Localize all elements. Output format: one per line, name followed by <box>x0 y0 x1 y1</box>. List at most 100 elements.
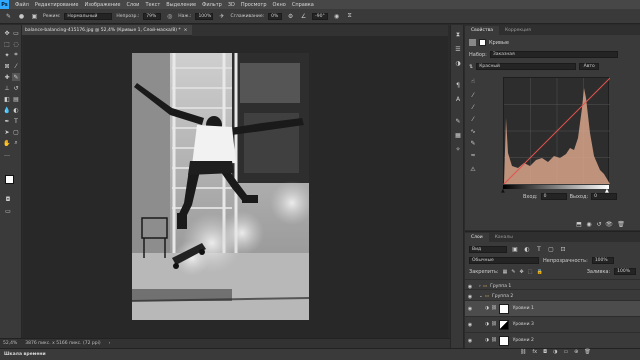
frame-tool-icon[interactable]: ⊠ <box>3 62 11 70</box>
clone-stamp-tool-icon[interactable]: ⊥ <box>3 84 11 92</box>
eyedropper-tool-icon[interactable]: ⁄ <box>12 62 20 70</box>
quick-select-tool-icon[interactable]: ✦ <box>3 51 11 59</box>
visibility-eye-icon[interactable]: ◉ <box>465 338 475 344</box>
visibility-eye-icon[interactable]: ◉ <box>465 322 475 328</box>
smoothing-field[interactable]: 0% <box>268 12 283 20</box>
group-chevron-icon[interactable]: ⌄ <box>479 294 483 299</box>
menu-edit[interactable]: Редактирование <box>32 2 82 8</box>
photoshop-logo[interactable]: Ps <box>0 0 9 9</box>
brush-settings-panel-icon[interactable]: ✎ <box>454 117 462 125</box>
curve-point-icon[interactable]: ∿ <box>469 127 477 135</box>
blend-mode-select[interactable]: Обычные <box>469 257 539 264</box>
symmetry-icon[interactable]: ⧖ <box>345 12 354 21</box>
view-previous-icon[interactable]: ◉ <box>585 220 593 228</box>
hand-tool-icon[interactable]: ✋ <box>3 139 11 147</box>
pressure-field[interactable]: 100% <box>195 12 214 20</box>
link-icon[interactable]: ⛓ <box>491 306 497 311</box>
preset-select[interactable]: Заказная <box>489 51 618 58</box>
opacity-field[interactable]: 79% <box>143 12 162 20</box>
brush-tool-icon[interactable]: ✎ <box>4 12 13 21</box>
tab-layers[interactable]: Слои <box>465 233 489 242</box>
link-layers-icon[interactable]: ⛓ <box>520 349 526 355</box>
menu-layer[interactable]: Слои <box>123 2 142 8</box>
brush-tool-icon[interactable]: ✎ <box>12 73 20 81</box>
add-mask-icon[interactable]: ◘ <box>543 349 547 355</box>
auto-button[interactable]: Авто <box>579 63 600 70</box>
lock-all-icon[interactable]: 🔒 <box>536 269 542 275</box>
new-layer-icon[interactable]: ⊕ <box>574 349 578 355</box>
smoothing-settings-icon[interactable]: ⚙ <box>286 12 295 21</box>
link-icon[interactable]: ⛓ <box>491 322 497 327</box>
foreground-color-swatch[interactable] <box>5 175 14 184</box>
menu-image[interactable]: Изображение <box>81 2 123 8</box>
zoom-level[interactable]: 52,4% <box>3 341 17 346</box>
brush-size-icon[interactable]: ● <box>17 12 26 21</box>
menu-help[interactable]: Справка <box>289 2 317 8</box>
shape-tool-icon[interactable]: ▢ <box>12 128 20 136</box>
curves-graph[interactable] <box>503 77 611 185</box>
layer-mask-thumbnail[interactable] <box>498 303 509 314</box>
new-adjustment-icon[interactable]: ◑ <box>553 349 557 355</box>
type-tool-icon[interactable]: T <box>12 117 20 125</box>
path-select-tool-icon[interactable]: ➤ <box>3 128 11 136</box>
status-expand-icon[interactable]: › <box>109 341 111 346</box>
swatches-panel-icon[interactable]: ▦ <box>454 131 462 139</box>
pressure-opacity-icon[interactable]: ◎ <box>165 12 174 21</box>
character-panel-icon[interactable]: A <box>454 95 462 103</box>
layer-filter-select[interactable]: Вид <box>469 245 507 253</box>
channel-select[interactable]: Красный <box>476 63 577 70</box>
pressure-size-icon[interactable]: ◉ <box>332 12 341 21</box>
layer-row-levels-3[interactable]: ◉ ◑ ⛓ Уровни 3 <box>465 316 640 332</box>
layer-mask-thumbnail[interactable] <box>498 319 509 330</box>
fill-field[interactable]: 100% <box>614 268 637 275</box>
mask-icon[interactable] <box>479 39 486 46</box>
document-tab[interactable]: balance-balancing-415176.jpg @ 52,4% (Кр… <box>22 25 192 36</box>
new-group-icon[interactable]: ▭ <box>563 349 568 355</box>
styles-panel-icon[interactable]: ✧ <box>454 145 462 153</box>
angle-field[interactable]: -90° <box>312 12 329 20</box>
input-field[interactable]: 0 <box>540 193 567 200</box>
filter-shape-icon[interactable]: ▢ <box>547 245 555 253</box>
gradient-tool-icon[interactable]: ▤ <box>12 95 20 103</box>
delete-adjustment-icon[interactable]: 🗑 <box>617 220 625 228</box>
properties-panel-icon[interactable]: ☰ <box>454 45 462 53</box>
curve-pencil-icon[interactable]: ✎ <box>469 139 477 147</box>
close-tab-icon[interactable]: × <box>184 28 188 33</box>
sample-black-icon[interactable]: ⁄ <box>469 91 477 99</box>
visibility-icon[interactable]: 👁 <box>605 220 613 228</box>
marquee-tool-icon[interactable]: ⬚ <box>3 40 11 48</box>
healing-brush-tool-icon[interactable]: ✚ <box>3 73 11 81</box>
tab-channels[interactable]: Каналы <box>489 233 519 242</box>
menu-3d[interactable]: 3D <box>225 2 238 8</box>
blur-tool-icon[interactable]: 💧 <box>3 106 11 114</box>
artboard-tool-icon[interactable]: ▭ <box>12 29 20 37</box>
tab-adjustments[interactable]: Коррекция <box>499 26 537 35</box>
paragraph-panel-icon[interactable]: ¶ <box>454 81 462 89</box>
airbrush-icon[interactable]: ✈ <box>217 12 226 21</box>
layer-opacity-field[interactable]: 100% <box>591 257 614 264</box>
filter-smart-icon[interactable]: ⊡ <box>559 245 567 253</box>
angle-icon[interactable]: ∠ <box>299 12 308 21</box>
channel-icon[interactable]: ⇅ <box>469 64 473 70</box>
filter-adjustment-icon[interactable]: ◐ <box>523 245 531 253</box>
adjustments-panel-icon[interactable]: ◑ <box>454 59 462 67</box>
sample-white-icon[interactable]: ⁄ <box>469 115 477 123</box>
layer-style-icon[interactable]: fx <box>532 349 537 355</box>
menu-type[interactable]: Текст <box>142 2 163 8</box>
reset-icon[interactable]: ↺ <box>595 220 603 228</box>
filter-type-icon[interactable]: T <box>535 245 543 253</box>
sample-gray-icon[interactable]: ⁄ <box>469 103 477 111</box>
menu-file[interactable]: Файл <box>12 2 32 8</box>
tab-properties[interactable]: Свойства <box>465 26 499 35</box>
clip-to-layer-icon[interactable]: ⬒ <box>575 220 583 228</box>
brush-settings-icon[interactable]: ▣ <box>30 12 39 21</box>
more-tools-icon[interactable]: … <box>3 150 11 158</box>
lock-artboard-icon[interactable]: ⬚ <box>528 269 533 275</box>
lock-move-icon[interactable]: ✥ <box>520 269 524 275</box>
menu-window[interactable]: Окно <box>270 2 289 8</box>
smooth-curve-icon[interactable]: ≈ <box>469 151 477 159</box>
menu-select[interactable]: Выделение <box>163 2 199 8</box>
lock-paint-icon[interactable]: ✎ <box>511 269 515 275</box>
visibility-eye-icon[interactable]: ◉ <box>465 294 475 300</box>
screen-mode-icon[interactable]: ▭ <box>4 207 12 215</box>
